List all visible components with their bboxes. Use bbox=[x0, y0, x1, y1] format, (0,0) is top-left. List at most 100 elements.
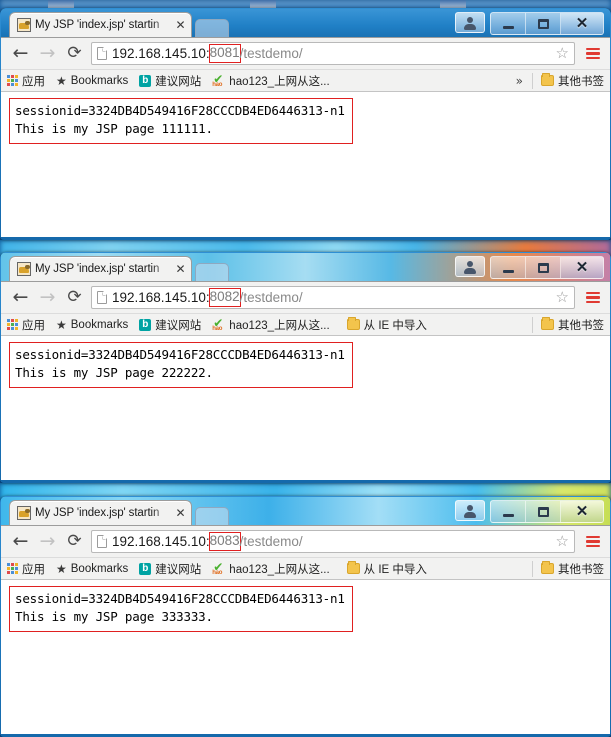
maximize-icon bbox=[537, 506, 549, 517]
browser-window-8082[interactable]: ✕ My JSP 'index.jsp' startin ✕ ← → ⟳ 192… bbox=[0, 252, 611, 483]
bookmark-hao123[interactable]: hao hao123_上网从这... bbox=[212, 316, 330, 333]
close-icon: ✕ bbox=[575, 15, 589, 32]
page-document-icon bbox=[97, 535, 107, 548]
forward-button[interactable]: → bbox=[34, 40, 61, 67]
bookmark-apps[interactable]: 应用 bbox=[7, 561, 45, 577]
bookmark-other[interactable]: 其他书签 bbox=[532, 316, 604, 333]
new-tab-button[interactable] bbox=[195, 507, 229, 525]
tab-strip[interactable]: My JSP 'index.jsp' startin ✕ bbox=[9, 255, 229, 281]
new-tab-button[interactable] bbox=[195, 19, 229, 37]
close-button[interactable]: ✕ bbox=[561, 13, 603, 34]
reload-button[interactable]: ⟳ bbox=[61, 528, 88, 555]
bookmark-bookmarks[interactable]: ★ Bookmarks bbox=[56, 75, 128, 87]
bookmark-apps[interactable]: 应用 bbox=[7, 73, 45, 89]
bookmark-hao123-label: hao123_上网从这... bbox=[229, 319, 330, 332]
chrome-menu-icon[interactable] bbox=[583, 43, 603, 65]
bookmark-bookmarks[interactable]: ★ Bookmarks bbox=[56, 563, 128, 575]
bookmarks-overflow-chevron-icon[interactable]: » bbox=[516, 74, 532, 88]
navigation-toolbar: ← → ⟳ 192.168.145.10: 8082/testdemo/ ☆ bbox=[1, 282, 610, 313]
bookmark-apps[interactable]: 应用 bbox=[7, 317, 45, 333]
hao123-icon: hao bbox=[212, 560, 225, 576]
reload-icon: ⟳ bbox=[67, 287, 82, 307]
tab-close-icon[interactable]: ✕ bbox=[174, 262, 187, 276]
navigation-toolbar: ← → ⟳ 192.168.145.10: 8083/testdemo/ ☆ bbox=[1, 526, 610, 557]
title-bar[interactable]: ✕ My JSP 'index.jsp' startin ✕ bbox=[1, 9, 610, 37]
bookmark-star-icon[interactable]: ☆ bbox=[554, 290, 571, 305]
browser-tab[interactable]: My JSP 'index.jsp' startin ✕ bbox=[9, 500, 192, 525]
chrome-menu-icon[interactable] bbox=[583, 531, 603, 553]
tab-strip[interactable]: My JSP 'index.jsp' startin ✕ bbox=[9, 11, 229, 37]
title-bar[interactable]: ✕ My JSP 'index.jsp' startin ✕ bbox=[1, 497, 610, 525]
reload-button[interactable]: ⟳ bbox=[61, 40, 88, 67]
bookmark-bing[interactable]: b 建议网站 bbox=[139, 561, 201, 577]
window-controls[interactable]: ✕ bbox=[455, 256, 604, 279]
tab-title: My JSP 'index.jsp' startin bbox=[35, 507, 160, 519]
reload-icon: ⟳ bbox=[67, 43, 82, 63]
bookmark-other-label: 其他书签 bbox=[558, 319, 604, 332]
user-account-button[interactable] bbox=[455, 500, 485, 521]
bookmark-other[interactable]: 其他书签 bbox=[532, 560, 604, 577]
maximize-icon bbox=[537, 262, 549, 273]
forward-button[interactable]: → bbox=[34, 528, 61, 555]
url-port-highlight: 8081 bbox=[208, 44, 241, 63]
bookmark-star-icon[interactable]: ☆ bbox=[554, 46, 571, 61]
user-account-button[interactable] bbox=[455, 256, 485, 277]
address-bar[interactable]: 192.168.145.10: 8081/testdemo/ ☆ bbox=[91, 42, 575, 65]
bookmark-other-label: 其他书签 bbox=[558, 75, 604, 88]
url-host: 192.168.145.10: bbox=[112, 46, 210, 61]
browser-window-8081[interactable]: ✕ My JSP 'index.jsp' startin ✕ ← → ⟳ 192… bbox=[0, 8, 611, 240]
address-bar[interactable]: 192.168.145.10: 8082/testdemo/ ☆ bbox=[91, 286, 575, 309]
browser-tab[interactable]: My JSP 'index.jsp' startin ✕ bbox=[9, 256, 192, 281]
tab-title: My JSP 'index.jsp' startin bbox=[35, 263, 160, 275]
reload-button[interactable]: ⟳ bbox=[61, 284, 88, 311]
maximize-button[interactable] bbox=[526, 13, 561, 34]
tab-close-icon[interactable]: ✕ bbox=[174, 506, 187, 520]
jsp-page-line: This is my JSP page 333333. bbox=[15, 609, 213, 625]
chrome-menu-icon[interactable] bbox=[583, 287, 603, 309]
bookmark-star-icon[interactable]: ☆ bbox=[554, 534, 571, 549]
new-tab-button[interactable] bbox=[195, 263, 229, 281]
tab-strip[interactable]: My JSP 'index.jsp' startin ✕ bbox=[9, 499, 229, 525]
url-path: /testdemo/ bbox=[239, 46, 303, 61]
browser-chrome: ← → ⟳ 192.168.145.10: 8083/testdemo/ ☆ 应… bbox=[1, 525, 610, 734]
forward-button[interactable]: → bbox=[34, 284, 61, 311]
star-icon: ★ bbox=[56, 73, 67, 88]
close-icon: ✕ bbox=[575, 503, 589, 520]
back-button[interactable]: ← bbox=[7, 40, 34, 67]
bookmark-other[interactable]: 其他书签 bbox=[532, 72, 604, 89]
address-bar[interactable]: 192.168.145.10: 8083/testdemo/ ☆ bbox=[91, 530, 575, 553]
back-button[interactable]: ← bbox=[7, 284, 34, 311]
folder-icon bbox=[541, 317, 554, 330]
bookmark-other-label: 其他书签 bbox=[558, 563, 604, 576]
window-controls[interactable]: ✕ bbox=[455, 12, 604, 35]
minimize-button[interactable] bbox=[491, 257, 526, 278]
minimize-button[interactable] bbox=[491, 501, 526, 522]
bookmark-bookmarks[interactable]: ★ Bookmarks bbox=[56, 319, 128, 331]
session-id-line: sessionid=3324DB4D549416F28CCCDB4ED64463… bbox=[15, 347, 345, 362]
bookmark-bing-label: 建议网站 bbox=[155, 563, 202, 576]
bookmark-bing[interactable]: b 建议网站 bbox=[139, 73, 201, 89]
bookmark-ie-import[interactable]: 从 IE 中导入 bbox=[346, 561, 427, 577]
close-button[interactable]: ✕ bbox=[561, 501, 603, 522]
minimize-button[interactable] bbox=[491, 13, 526, 34]
back-button[interactable]: ← bbox=[7, 528, 34, 555]
bookmark-bing[interactable]: b 建议网站 bbox=[139, 317, 201, 333]
title-bar[interactable]: ✕ My JSP 'index.jsp' startin ✕ bbox=[1, 253, 610, 281]
bookmark-hao123[interactable]: hao hao123_上网从这... bbox=[212, 560, 329, 577]
browser-window-8083[interactable]: ✕ My JSP 'index.jsp' startin ✕ ← → ⟳ 192… bbox=[0, 496, 611, 737]
folder-icon bbox=[346, 561, 360, 574]
maximize-button[interactable] bbox=[526, 257, 561, 278]
tab-close-icon[interactable]: ✕ bbox=[174, 18, 187, 32]
browser-tab[interactable]: My JSP 'index.jsp' startin ✕ bbox=[9, 12, 192, 37]
folder-icon bbox=[541, 561, 554, 574]
bookmark-ie-import[interactable]: 从 IE 中导入 bbox=[346, 317, 427, 333]
jsp-page-line: This is my JSP page 222222. bbox=[15, 365, 213, 381]
bookmark-hao123[interactable]: hao hao123_上网从这... bbox=[212, 72, 329, 89]
window-controls[interactable]: ✕ bbox=[455, 500, 604, 523]
user-account-button[interactable] bbox=[455, 12, 485, 33]
maximize-button[interactable] bbox=[526, 501, 561, 522]
close-button[interactable]: ✕ bbox=[561, 257, 603, 278]
page-document-icon bbox=[97, 291, 107, 304]
bookmark-ie-import-label: 从 IE 中导入 bbox=[363, 563, 427, 576]
bookmark-apps-label: 应用 bbox=[22, 75, 45, 88]
